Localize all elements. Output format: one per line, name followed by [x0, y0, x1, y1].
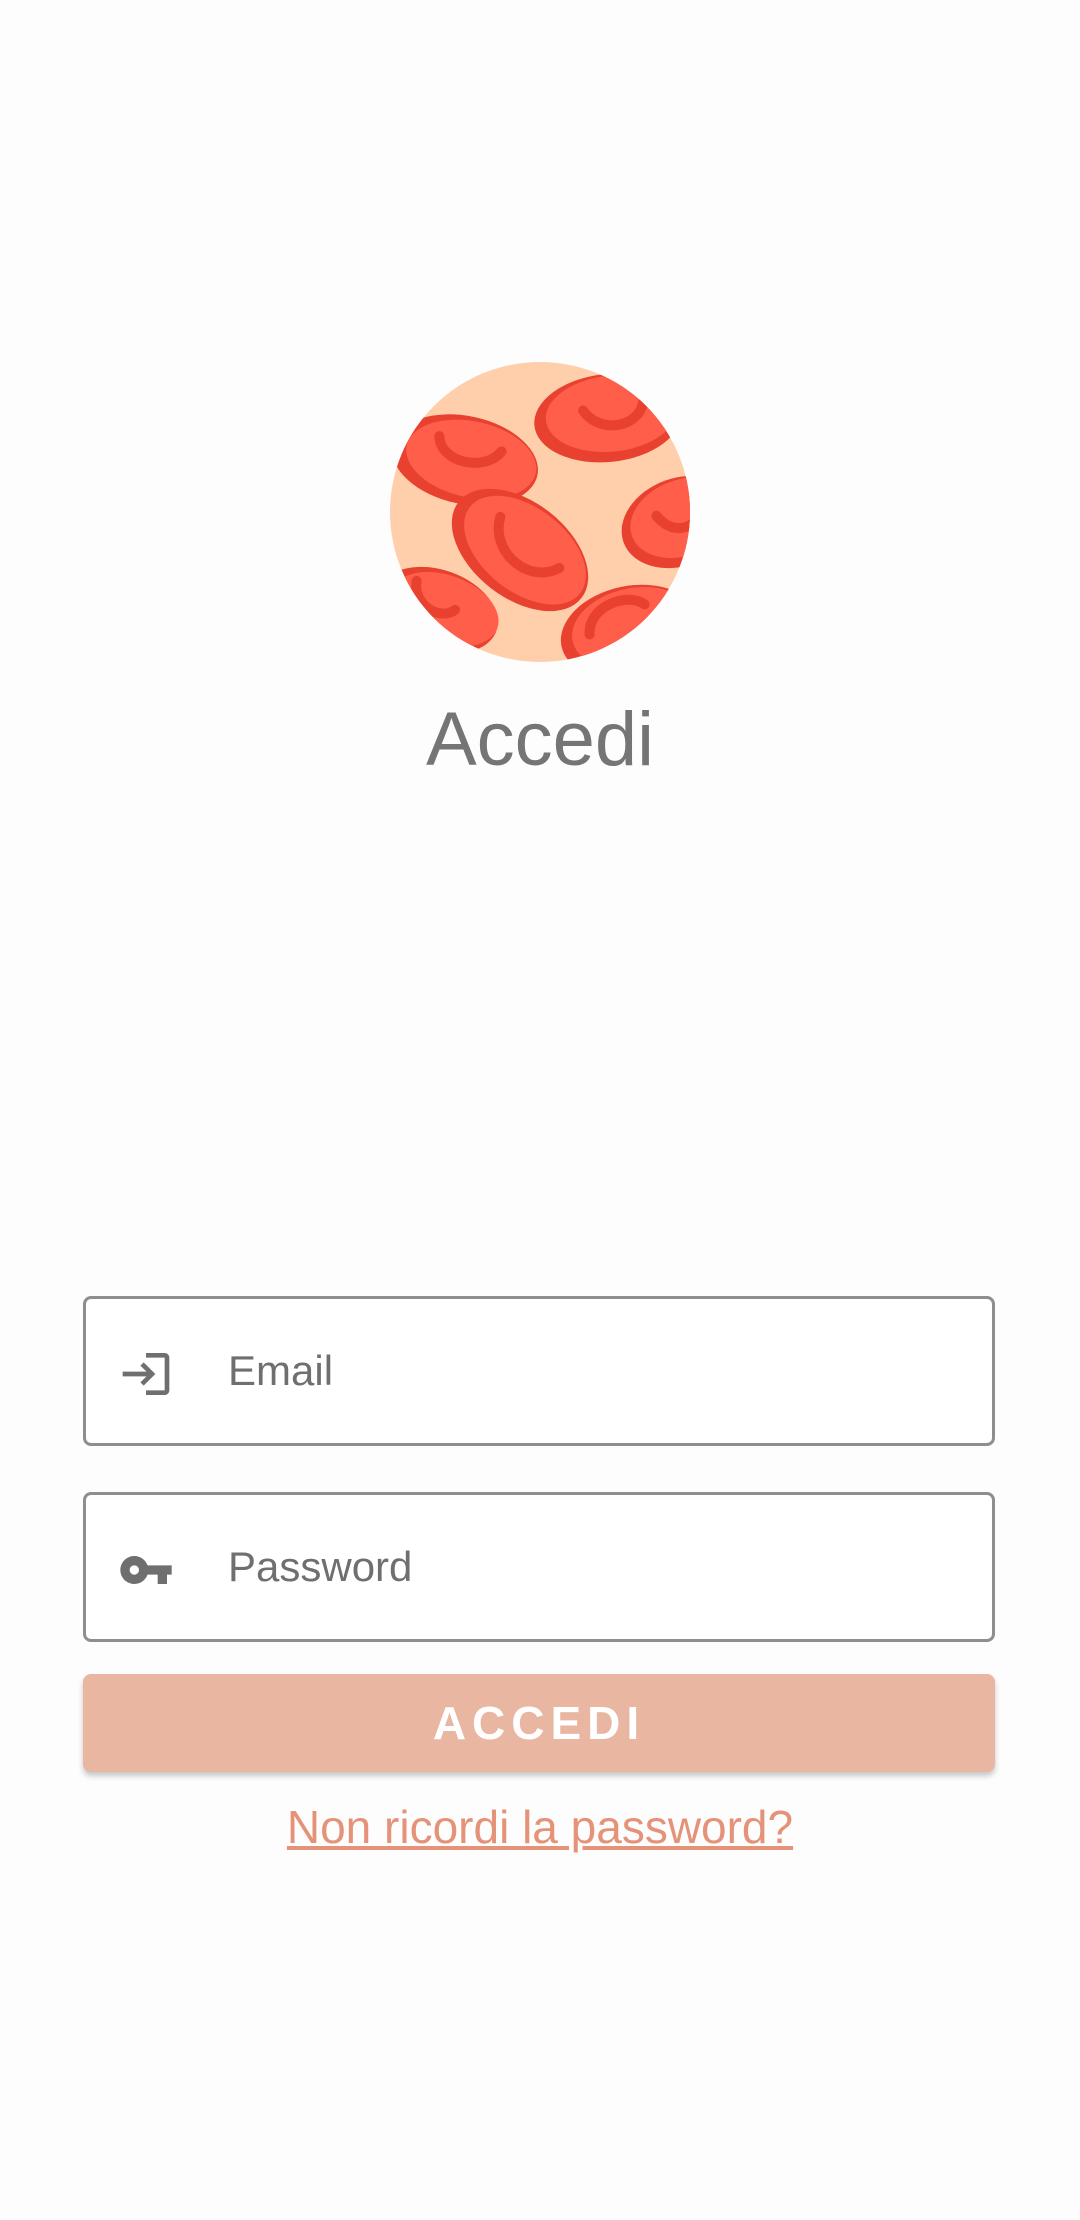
key-icon: [118, 1542, 174, 1598]
login-button[interactable]: ACCEDI: [83, 1674, 995, 1772]
email-placeholder: Email: [228, 1347, 334, 1394]
page-title: Accedi: [425, 697, 655, 782]
password-field[interactable]: Password: [83, 1492, 995, 1642]
password-placeholder: Password: [228, 1543, 413, 1590]
red-blood-cells-logo: [390, 362, 690, 662]
forgot-password-link[interactable]: Non ricordi la password?: [0, 1792, 1080, 1862]
email-field[interactable]: Email: [83, 1296, 995, 1446]
login-arrow-icon: [118, 1346, 174, 1402]
